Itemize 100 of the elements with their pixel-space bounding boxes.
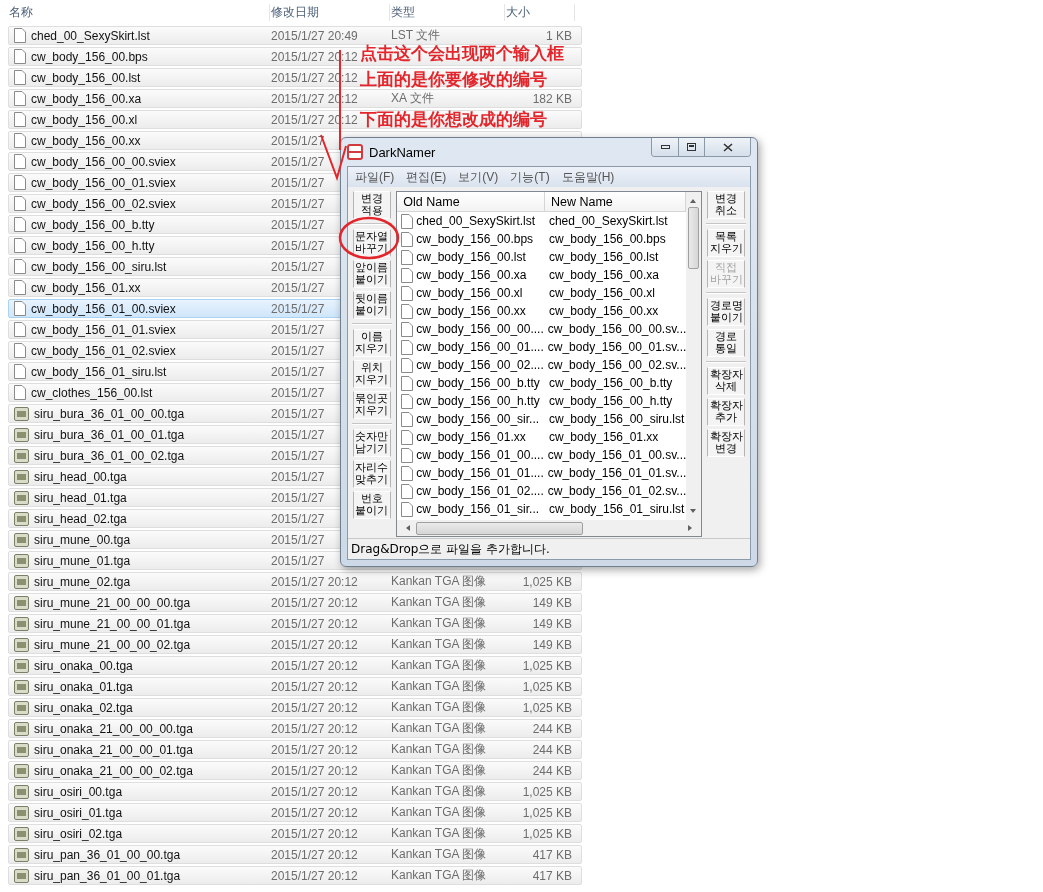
- modified-date: 2015/1/27: [271, 343, 325, 358]
- old-name: cw_body_156_01_00....: [416, 448, 544, 462]
- file-name: siru_mune_00.tga: [34, 532, 131, 547]
- image-file-icon: [14, 721, 29, 736]
- command-button[interactable]: 목록 지우기: [707, 229, 746, 257]
- file-row[interactable]: siru_onaka_02.tga 2015/1/27 20:12 Kankan TGA 图像 1,025 KB: [8, 698, 582, 717]
- file-type: Kankan TGA 图像: [391, 742, 487, 756]
- file-name: cw_clothes_156_00.lst: [31, 385, 153, 400]
- modified-date: 2015/1/27: [271, 280, 325, 295]
- old-name: ched_00_SexySkirt.lst: [416, 214, 536, 228]
- file-size: 1,025 KB: [522, 826, 572, 841]
- file-type: Kankan TGA 图像: [391, 658, 487, 672]
- file-size: 149 KB: [532, 616, 572, 631]
- modified-date: 2015/1/27 20:12: [271, 658, 358, 673]
- file-row[interactable]: siru_onaka_01.tga 2015/1/27 20:12 Kankan TGA 图像 1,025 KB: [8, 677, 582, 696]
- image-file-icon: [14, 805, 29, 820]
- column-header[interactable]: 类型: [390, 3, 505, 21]
- image-file-icon: [14, 658, 29, 673]
- modified-date: 2015/1/27 20:12: [271, 763, 358, 778]
- file-name: siru_onaka_02.tga: [34, 700, 133, 715]
- file-icon: [401, 249, 414, 265]
- file-type: Kankan TGA 图像: [391, 805, 487, 819]
- file-icon: [14, 385, 26, 400]
- command-button[interactable]: 자리수 맞추기: [352, 460, 391, 488]
- column-header[interactable]: 大小: [505, 3, 575, 21]
- file-name: cw_body_156_00_h.tty: [31, 238, 155, 253]
- command-button[interactable]: 앞이름 붙이기: [352, 260, 391, 288]
- annotation-text: 点击这个会出现两个输入框: [360, 44, 564, 64]
- column-header[interactable]: New Name: [544, 192, 686, 212]
- file-size: 244 KB: [532, 721, 572, 736]
- close-button[interactable]: [705, 138, 750, 156]
- command-button[interactable]: 확장자 삭제: [707, 367, 746, 395]
- modified-date: 2015/1/27: [271, 322, 325, 337]
- file-icon: [14, 322, 26, 337]
- modified-date: 2015/1/27 20:12: [271, 742, 358, 757]
- modified-date: 2015/1/27: [271, 469, 325, 484]
- old-name: cw_body_156_00.xx: [416, 304, 526, 318]
- close-icon: [722, 142, 733, 152]
- maximize-button[interactable]: [679, 138, 705, 156]
- file-row[interactable]: ched_00_SexySkirt.lst 2015/1/27 20:49 LST 文件 1 KB: [8, 26, 582, 45]
- file-icon: [14, 175, 26, 190]
- file-row[interactable]: siru_mune_21_00_00_01.tga 2015/1/27 20:12 Kankan TGA 图像 149 KB: [8, 614, 582, 633]
- file-size: 244 KB: [532, 742, 572, 757]
- file-row[interactable]: siru_pan_36_01_00_00.tga 2015/1/27 20:12 Kankan TGA 图像 417 KB: [8, 845, 582, 864]
- modified-date: 2015/1/27: [271, 301, 325, 316]
- file-row[interactable]: siru_osiri_02.tga 2015/1/27 20:12 Kankan TGA 图像 1,025 KB: [8, 824, 582, 843]
- file-row[interactable]: siru_mune_21_00_00_00.tga 2015/1/27 20:12 Kankan TGA 图像 149 KB: [8, 593, 582, 612]
- vertical-scrollbar[interactable]: [685, 192, 701, 520]
- command-button[interactable]: 이름 지우기: [352, 329, 391, 357]
- modified-date: 2015/1/27 20:12: [271, 574, 358, 589]
- command-button[interactable]: 숫자만 남기기: [352, 429, 391, 457]
- file-name: siru_pan_36_01_00_00.tga: [34, 847, 181, 862]
- file-name: cw_body_156_01_01.sviex: [31, 322, 176, 337]
- command-button[interactable]: 묶인곳 지우기: [352, 391, 391, 419]
- command-button[interactable]: 경로명 붙이기: [707, 298, 746, 326]
- file-icon: [14, 364, 26, 379]
- file-row[interactable]: siru_osiri_01.tga 2015/1/27 20:12 Kankan TGA 图像 1,025 KB: [8, 803, 582, 822]
- command-button[interactable]: 확장자 추가: [707, 398, 746, 426]
- column-header[interactable]: 修改日期: [270, 3, 390, 21]
- column-header[interactable]: 名称: [8, 3, 270, 21]
- modified-date: 2015/1/27: [271, 511, 325, 526]
- file-type: Kankan TGA 图像: [391, 784, 487, 798]
- command-button[interactable]: 위치 지우기: [352, 360, 391, 388]
- column-header[interactable]: Old Name: [397, 192, 545, 212]
- command-button[interactable]: 변경 취소: [707, 191, 746, 219]
- file-row[interactable]: siru_onaka_21_00_00_01.tga 2015/1/27 20:12 Kankan TGA 图像 244 KB: [8, 740, 582, 759]
- image-file-icon: [14, 532, 29, 547]
- modified-date: 2015/1/27: [271, 490, 325, 505]
- file-icon: [14, 154, 26, 169]
- file-row[interactable]: siru_pan_36_01_00_01.tga 2015/1/27 20:12 Kankan TGA 图像 417 KB: [8, 866, 582, 885]
- file-row[interactable]: siru_onaka_00.tga 2015/1/27 20:12 Kankan TGA 图像 1,025 KB: [8, 656, 582, 675]
- command-button[interactable]: 변경 적용: [352, 191, 391, 219]
- file-icon: [401, 267, 414, 283]
- file-row[interactable]: siru_osiri_00.tga 2015/1/27 20:12 Kankan TGA 图像 1,025 KB: [8, 782, 582, 801]
- file-row[interactable]: siru_mune_21_00_00_02.tga 2015/1/27 20:12 Kankan TGA 图像 149 KB: [8, 635, 582, 654]
- command-button[interactable]: 문자열 바꾸기: [352, 229, 391, 257]
- file-icon: [14, 133, 26, 148]
- file-icon: [401, 285, 414, 301]
- image-file-icon: [14, 637, 29, 652]
- minimize-button[interactable]: [652, 138, 679, 156]
- file-row[interactable]: siru_mune_02.tga 2015/1/27 20:12 Kankan TGA 图像 1,025 KB: [8, 572, 582, 591]
- image-file-icon: [14, 868, 29, 883]
- modified-date: 2015/1/27: [271, 238, 325, 253]
- file-icon: [401, 213, 414, 229]
- command-button[interactable]: 경로 통일: [707, 329, 746, 357]
- file-name: siru_osiri_01.tga: [34, 805, 123, 820]
- old-name: cw_body_156_00.xl: [416, 286, 523, 300]
- file-row[interactable]: siru_onaka_21_00_00_02.tga 2015/1/27 20:12 Kankan TGA 图像 244 KB: [8, 761, 582, 780]
- horizontal-scrollbar[interactable]: [397, 520, 701, 536]
- file-type: XA 文件: [391, 91, 434, 105]
- file-type: Kankan TGA 图像: [391, 868, 487, 882]
- old-name: cw_body_156_00_01....: [416, 340, 544, 354]
- file-type: Kankan TGA 图像: [391, 616, 487, 630]
- file-type: Kankan TGA 图像: [391, 700, 487, 714]
- file-row[interactable]: siru_onaka_21_00_00_00.tga 2015/1/27 20:12 Kankan TGA 图像 244 KB: [8, 719, 582, 738]
- command-button[interactable]: 확장자 변경: [707, 429, 746, 457]
- image-file-icon: [14, 595, 29, 610]
- command-button[interactable]: 뒷이름 붙이기: [352, 291, 391, 319]
- file-icon: [14, 91, 26, 106]
- command-button[interactable]: 번호 붙이기: [352, 491, 391, 519]
